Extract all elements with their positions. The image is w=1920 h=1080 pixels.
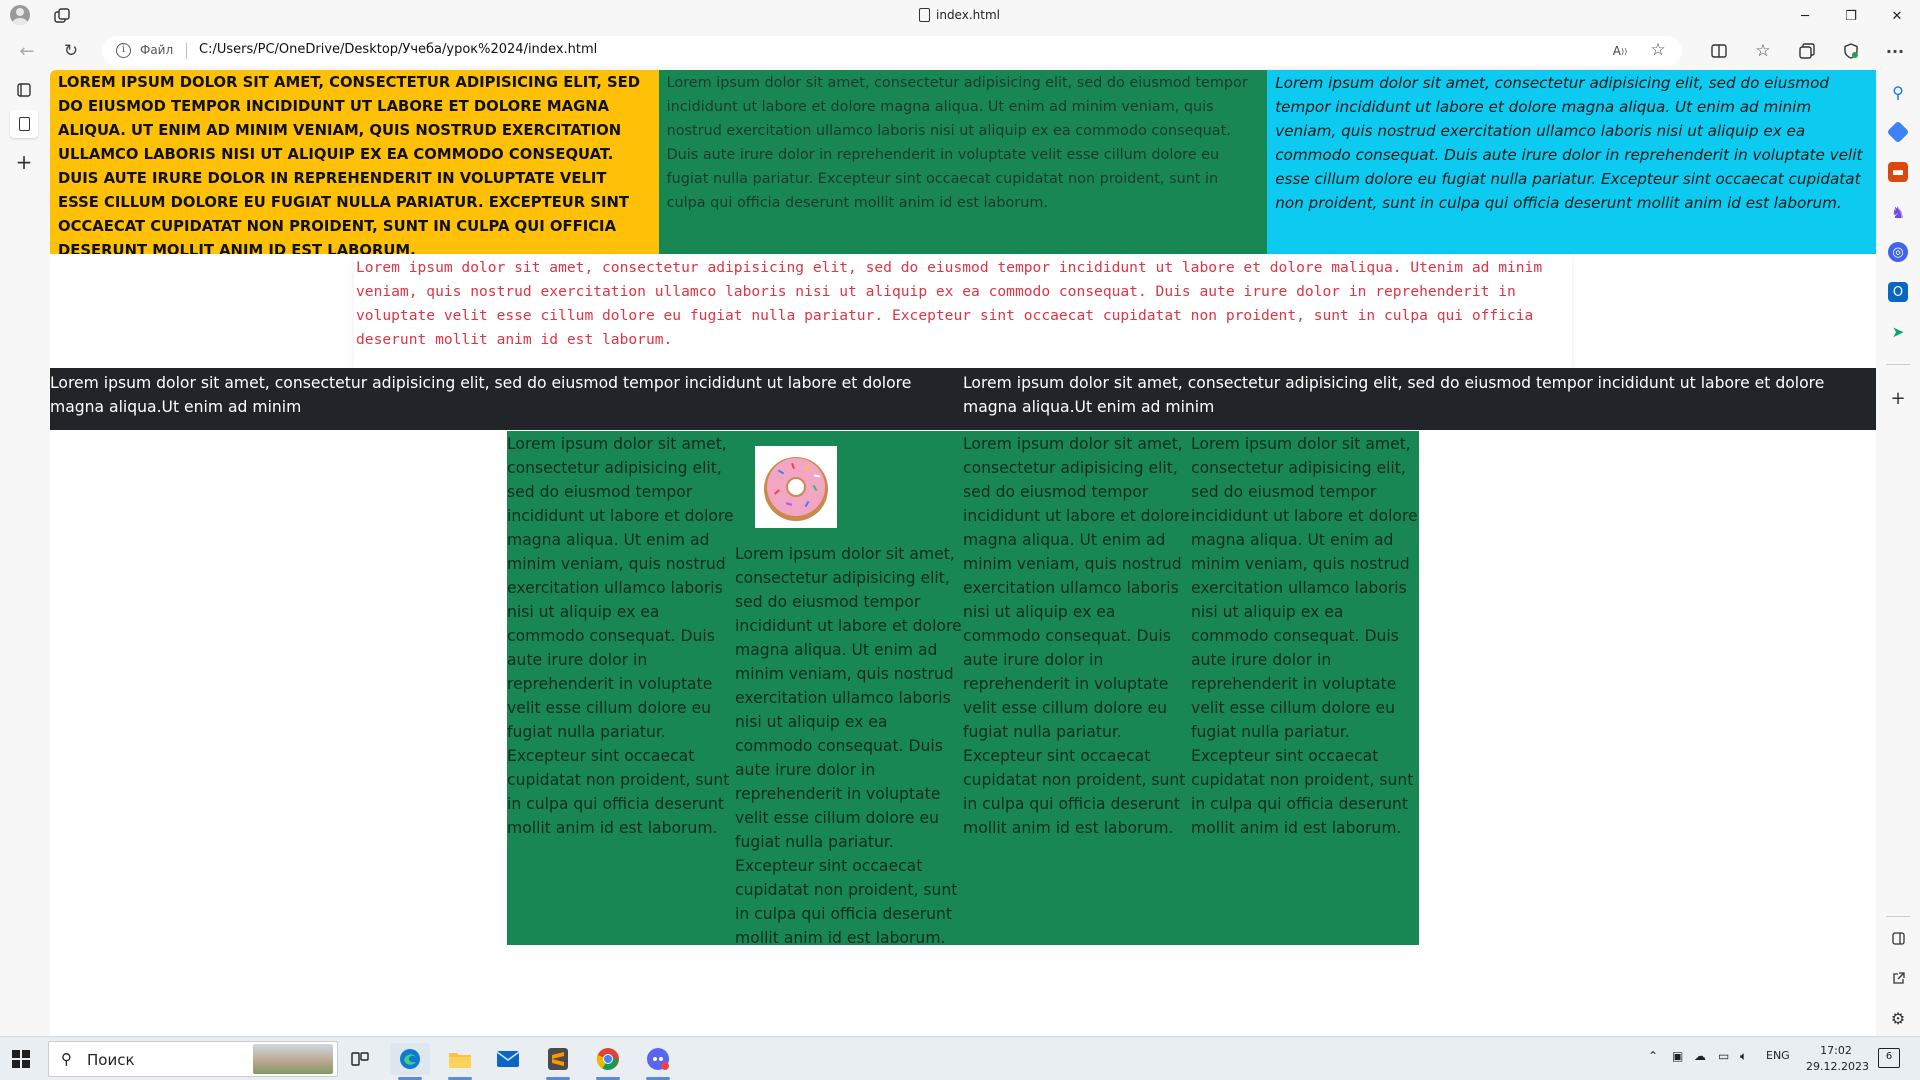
browser-essentials-icon[interactable] bbox=[1840, 40, 1862, 62]
column-4-text: Lorem ipsum dolor sit amet, consectetur … bbox=[1191, 435, 1418, 837]
favorite-star-icon[interactable]: ☆ bbox=[1648, 40, 1668, 60]
start-tile bbox=[12, 1050, 20, 1058]
file-explorer-icon[interactable] bbox=[440, 1043, 480, 1080]
chrome-icon[interactable] bbox=[588, 1043, 628, 1080]
task-view-icon[interactable] bbox=[340, 1043, 380, 1075]
drop-send-icon[interactable]: ➤ bbox=[1888, 322, 1908, 342]
address-bar[interactable]: i Файл C:/Users/PC/OneDrive/Desktop/Учеб… bbox=[102, 36, 1682, 66]
donut-icon bbox=[764, 457, 828, 521]
search-icon: ⚲ bbox=[61, 1050, 72, 1068]
read-aloud-icon[interactable]: A)) bbox=[1610, 41, 1630, 61]
edge-sidebar: ⚲ ▬ ♞ ◎ O ➤ + ⚙ bbox=[1876, 70, 1920, 1036]
donut-image bbox=[755, 446, 837, 528]
show-hidden-icons-chevron-icon[interactable]: ⌃ bbox=[1648, 1049, 1658, 1063]
column-2: Lorem ipsum dolor sit amet, consectetur … bbox=[735, 431, 963, 947]
page-icon bbox=[18, 117, 30, 131]
tools-icon[interactable]: ▬ bbox=[1888, 162, 1908, 182]
taskbar: ⚲ Поиск ⌃ ▣ ☁ ▭ 🔈︎ ENG 17:02 29.12.2023 … bbox=[0, 1036, 1920, 1080]
url-text[interactable]: C:/Users/PC/OneDrive/Desktop/Учеба/урок%… bbox=[199, 42, 597, 57]
search-highlight-image bbox=[253, 1044, 333, 1074]
clock-date: 29.12.2023 bbox=[1806, 1060, 1869, 1073]
window-title-text: index.html bbox=[936, 8, 1000, 22]
column-1-text: Lorem ipsum dolor sit amet, consectetur … bbox=[507, 435, 734, 837]
search-icon[interactable]: ⚲ bbox=[1888, 82, 1908, 102]
dark-row-left-text: Lorem ipsum dolor sit amet, consectetur … bbox=[50, 374, 912, 416]
start-button[interactable] bbox=[12, 1050, 30, 1068]
meet-now-icon[interactable]: ▣ bbox=[1672, 1049, 1683, 1063]
language-indicator[interactable]: ENG bbox=[1766, 1049, 1790, 1062]
outlook-icon[interactable]: O bbox=[1888, 282, 1908, 302]
column-2-text: Lorem ipsum dolor sit amet, consectetur … bbox=[735, 545, 962, 947]
hide-sidebar-icon[interactable] bbox=[1888, 928, 1908, 948]
workspaces-icon[interactable] bbox=[52, 6, 72, 26]
cyan-column-text: Lorem ipsum dolor sit amet, consectetur … bbox=[1267, 70, 1876, 254]
tab-index-html[interactable] bbox=[10, 110, 38, 138]
sublime-text-icon[interactable] bbox=[538, 1043, 578, 1080]
split-screen-icon[interactable] bbox=[1708, 40, 1730, 62]
external-link-icon[interactable] bbox=[1888, 968, 1908, 988]
back-icon[interactable]: ← bbox=[16, 40, 38, 62]
start-tile bbox=[12, 1060, 20, 1068]
network-icon[interactable]: ▭ bbox=[1718, 1049, 1729, 1063]
info-icon[interactable]: i bbox=[116, 43, 131, 58]
window-title: index.html bbox=[919, 8, 1000, 22]
row-colored-columns: Lorem ipsum dolor sit amet, consectetur … bbox=[50, 70, 1876, 254]
favorites-icon[interactable]: ☆ bbox=[1752, 40, 1774, 62]
monospace-red-paragraph: Lorem ipsum dolor sit amet, consectetur … bbox=[354, 254, 1572, 368]
new-tab-icon[interactable]: + bbox=[14, 150, 34, 174]
dark-row: Lorem ipsum dolor sit amet, consectetur … bbox=[50, 368, 1876, 430]
title-bar: index.html ─ ❐ ✕ bbox=[0, 0, 1920, 32]
notification-center-button[interactable]: 6 bbox=[1878, 1048, 1900, 1068]
volume-icon[interactable]: 🔈︎ bbox=[1740, 1049, 1747, 1064]
mail-icon[interactable] bbox=[488, 1043, 528, 1075]
start-tile bbox=[22, 1050, 30, 1058]
games-icon[interactable]: ♞ bbox=[1888, 202, 1908, 222]
more-menu-icon[interactable]: ··· bbox=[1884, 40, 1906, 62]
taskbar-search-box[interactable]: ⚲ Поиск bbox=[48, 1041, 338, 1077]
navigation-bar: ← ↻ i Файл C:/Users/PC/OneDrive/Desktop/… bbox=[0, 32, 1920, 70]
start-tile bbox=[22, 1060, 30, 1068]
restore-button[interactable]: ❐ bbox=[1828, 0, 1874, 32]
edge-taskbar-icon[interactable] bbox=[390, 1043, 430, 1080]
shopping-tag-icon[interactable] bbox=[1886, 120, 1910, 144]
dark-row-right-text: Lorem ipsum dolor sit amet, consectetur … bbox=[963, 374, 1825, 416]
sidebar-divider bbox=[1886, 364, 1910, 365]
refresh-icon[interactable]: ↻ bbox=[60, 40, 82, 62]
discord-icon[interactable] bbox=[638, 1043, 678, 1080]
page-icon bbox=[919, 8, 930, 22]
vertical-tab-strip: + bbox=[0, 70, 50, 1036]
add-sidebar-app-icon[interactable]: + bbox=[1888, 388, 1908, 409]
sidebar-divider-bottom bbox=[1886, 916, 1910, 917]
yellow-column-text: Lorem ipsum dolor sit amet, consectetur … bbox=[50, 70, 659, 254]
url-scheme-label: Файл bbox=[140, 43, 174, 57]
green-four-column-row: Lorem ipsum dolor sit amet, consectetur … bbox=[507, 431, 1419, 947]
taskbar-clock[interactable]: 17:02 29.12.2023 bbox=[1806, 1043, 1869, 1075]
onedrive-cloud-icon[interactable]: ☁ bbox=[1694, 1049, 1706, 1063]
page-viewport: Lorem ipsum dolor sit amet, consectetur … bbox=[50, 70, 1876, 1036]
microsoft-365-icon[interactable]: ◎ bbox=[1888, 242, 1908, 262]
search-placeholder: Поиск bbox=[87, 1051, 135, 1069]
settings-gear-icon[interactable]: ⚙ bbox=[1888, 1008, 1908, 1028]
green-column-text: Lorem ipsum dolor sit amet, consectetur … bbox=[658, 70, 1268, 254]
avatar-icon bbox=[10, 5, 30, 25]
close-button[interactable]: ✕ bbox=[1874, 0, 1920, 32]
url-separator bbox=[186, 43, 187, 59]
tab-actions-icon[interactable] bbox=[14, 80, 34, 100]
clock-time: 17:02 bbox=[1820, 1044, 1852, 1057]
column-3-text: Lorem ipsum dolor sit amet, consectetur … bbox=[963, 435, 1190, 837]
profile-avatar[interactable] bbox=[10, 5, 30, 25]
collections-icon[interactable] bbox=[1796, 40, 1818, 62]
minimize-button[interactable]: ─ bbox=[1782, 0, 1828, 32]
